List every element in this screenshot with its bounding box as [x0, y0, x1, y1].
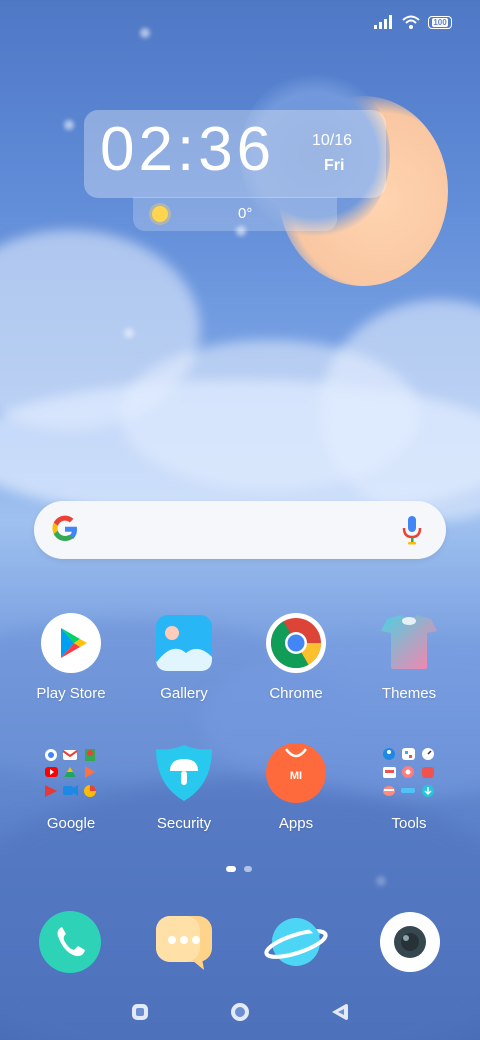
app-gallery[interactable]: Gallery: [129, 613, 239, 702]
page-dot-active: [226, 866, 236, 872]
themes-icon: [379, 613, 439, 673]
signal-icon: [374, 15, 392, 29]
app-security[interactable]: Security: [129, 743, 239, 832]
clock-date: 10/16: [312, 132, 353, 149]
cloud: [0, 380, 480, 520]
camera-icon: [380, 912, 440, 972]
status-bar: 100: [374, 12, 452, 32]
home-button[interactable]: [230, 1002, 250, 1022]
back-button[interactable]: [330, 1002, 350, 1022]
app-themes[interactable]: Themes: [354, 613, 464, 702]
clock-time[interactable]: 02:36: [100, 114, 275, 185]
app-label: Security: [156, 815, 212, 832]
star: [140, 28, 150, 38]
recents-button[interactable]: [130, 1002, 150, 1022]
security-icon: [154, 743, 214, 803]
app-play-store[interactable]: Play Store: [16, 613, 126, 702]
app-label: Tools: [391, 815, 427, 832]
dock-messages[interactable]: [152, 910, 216, 974]
app-google-folder[interactable]: Google: [16, 743, 126, 832]
app-label: Gallery: [160, 685, 208, 702]
clock-day: Fri: [324, 157, 345, 174]
battery-level: 100: [432, 17, 448, 27]
dock-camera[interactable]: [378, 910, 442, 974]
svg-text:MI: MI: [290, 770, 302, 782]
microphone-icon[interactable]: [400, 514, 424, 546]
chrome-icon: [266, 613, 326, 673]
wifi-icon: [402, 15, 420, 29]
app-label: Apps: [278, 815, 314, 832]
app-chrome[interactable]: Chrome: [241, 613, 351, 702]
google-folder-icon: [41, 743, 101, 803]
sun-icon: [152, 206, 168, 222]
tools-folder-icon: [379, 743, 439, 803]
app-label: Play Store: [36, 685, 106, 702]
mi-apps-icon: MI: [266, 743, 326, 803]
app-label: Google: [46, 815, 96, 832]
gallery-icon: [154, 613, 214, 673]
app-label: Chrome: [269, 685, 323, 702]
page-indicator: [226, 866, 252, 872]
app-tools-folder[interactable]: Tools: [354, 743, 464, 832]
star: [64, 120, 74, 130]
dock-browser[interactable]: [264, 910, 328, 974]
page-dot: [244, 866, 252, 872]
browser-icon: [264, 918, 328, 966]
messages-icon: [156, 916, 212, 970]
play-store-icon: [41, 613, 101, 673]
phone-icon: [39, 911, 101, 973]
battery-icon: 100: [428, 15, 452, 29]
google-search-bar[interactable]: [34, 501, 446, 559]
dock-phone[interactable]: [38, 910, 102, 974]
app-apps[interactable]: MI Apps: [241, 743, 351, 832]
temperature: 0°: [238, 205, 253, 222]
app-label: Themes: [381, 685, 437, 702]
google-g-icon[interactable]: [50, 514, 80, 544]
